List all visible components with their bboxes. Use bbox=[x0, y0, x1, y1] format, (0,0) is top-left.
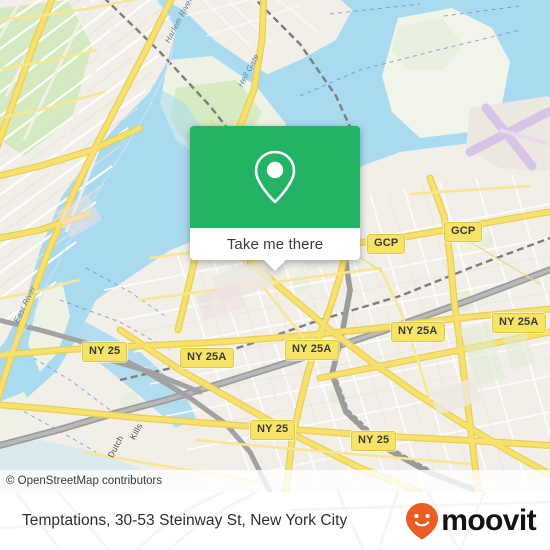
highway-shield-ny25a-2[interactable]: NY 25A bbox=[391, 322, 445, 342]
moovit-map-screenshot: Harlem River Hell Gate East River Kills … bbox=[0, 0, 550, 550]
moovit-wordmark: moovit bbox=[441, 504, 536, 537]
popup-footer[interactable]: Take me there bbox=[190, 228, 360, 260]
highway-shield-gcp-2[interactable]: GCP bbox=[444, 222, 483, 242]
take-me-there-button[interactable]: Take me there bbox=[227, 236, 323, 253]
highway-shield-ny25-1[interactable]: NY 25 bbox=[82, 342, 128, 362]
moovit-logo[interactable]: moovit bbox=[405, 502, 537, 540]
popup-tail bbox=[264, 260, 286, 271]
place-caption: Temptations, 30-53 Steinway St, New York… bbox=[22, 512, 348, 529]
highway-shield-ny25a-1[interactable]: NY 25A bbox=[492, 313, 546, 333]
moovit-pin-smiley-icon bbox=[406, 503, 439, 540]
highway-shield-ny25-2[interactable]: NY 25 bbox=[250, 420, 296, 440]
map-canvas[interactable]: Harlem River Hell Gate East River Kills … bbox=[0, 0, 550, 492]
footer-bar: Temptations, 30-53 Steinway St, New York… bbox=[0, 492, 550, 550]
highway-shield-gcp-1[interactable]: GCP bbox=[367, 234, 406, 254]
highway-shield-ny25a-3[interactable]: NY 25A bbox=[285, 340, 339, 360]
osm-attribution[interactable]: © OpenStreetMap contributors bbox=[0, 469, 550, 492]
location-popup-card[interactable]: Take me there bbox=[190, 126, 360, 271]
highway-shield-ny25-3[interactable]: NY 25 bbox=[351, 431, 397, 451]
highway-shield-ny25a-4[interactable]: NY 25A bbox=[180, 348, 234, 368]
location-pin-icon bbox=[254, 150, 296, 204]
popup-header bbox=[190, 126, 360, 228]
